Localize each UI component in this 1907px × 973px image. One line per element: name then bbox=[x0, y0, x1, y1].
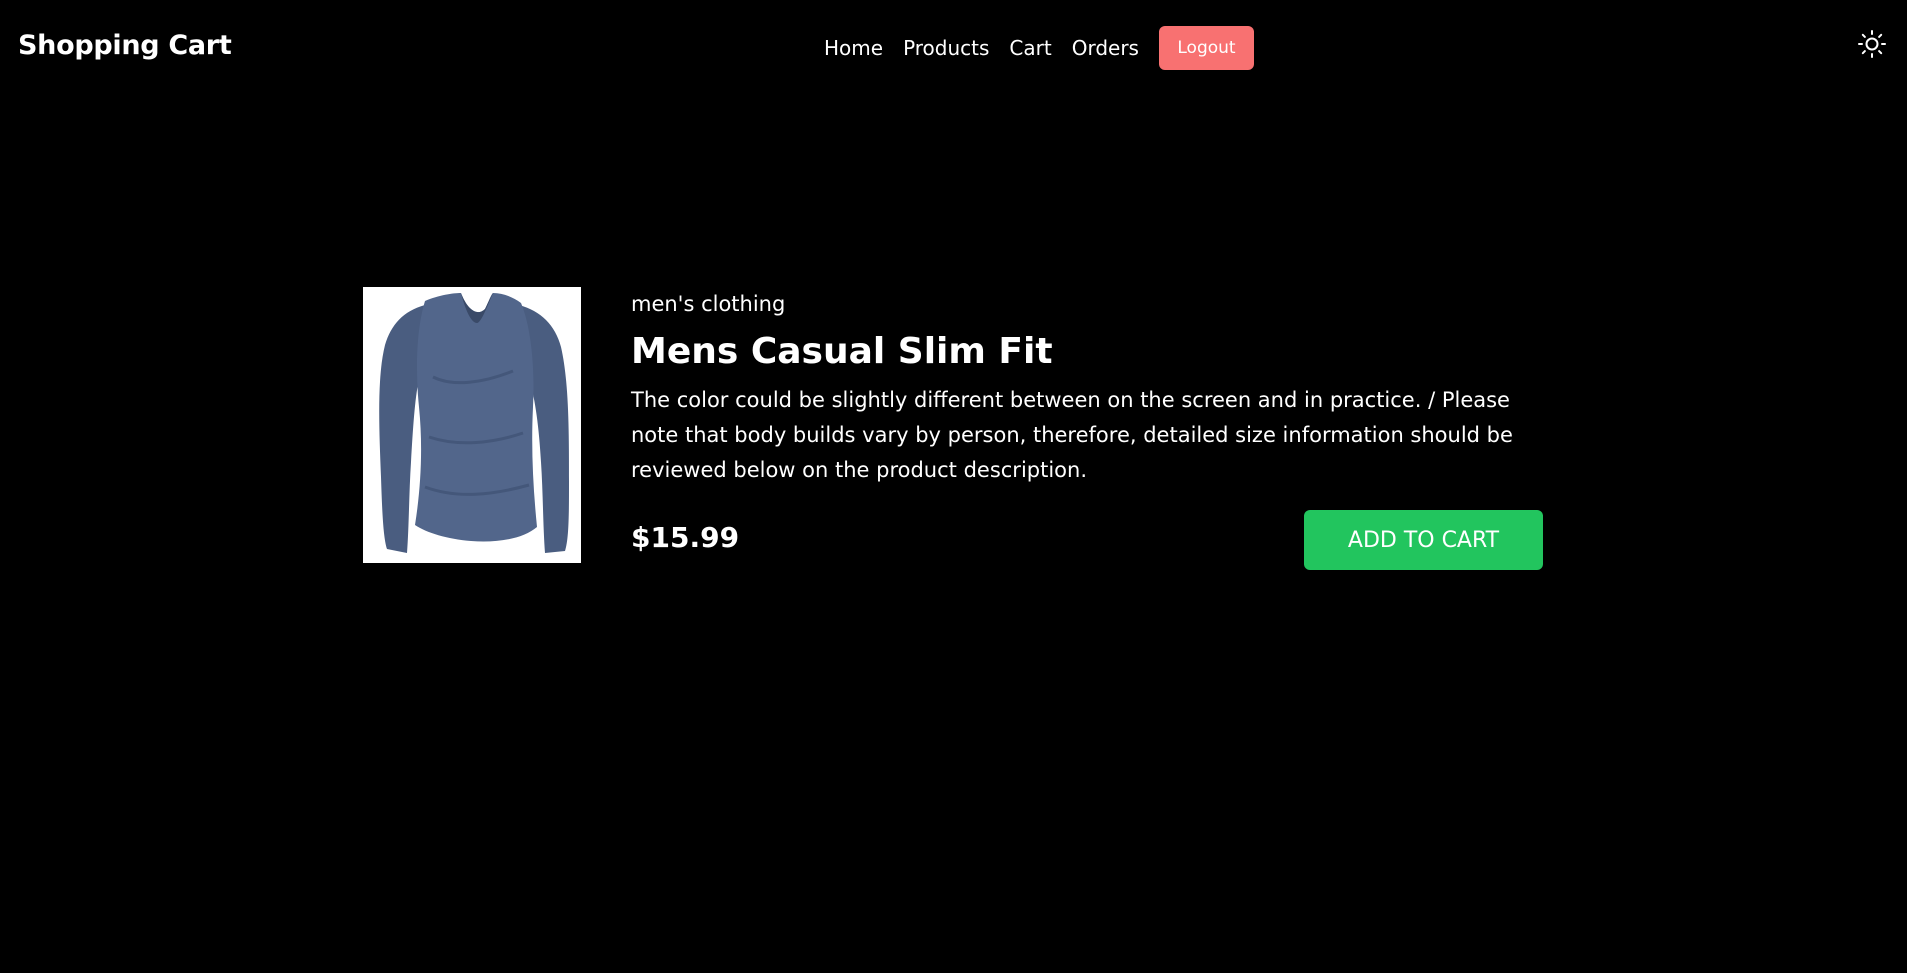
logout-button[interactable]: Logout bbox=[1158, 26, 1254, 70]
product-info: men's clothing Mens Casual Slim Fit The … bbox=[631, 287, 1543, 488]
nav-link-products[interactable]: Products bbox=[903, 36, 989, 60]
top-navbar: Shopping Cart Home Products Cart Orders … bbox=[0, 0, 1907, 100]
add-to-cart-button[interactable]: ADD TO CART bbox=[1304, 510, 1543, 570]
product-category: men's clothing bbox=[631, 292, 786, 316]
nav-link-home[interactable]: Home bbox=[824, 36, 883, 60]
product-title: Mens Casual Slim Fit bbox=[631, 331, 1053, 372]
product-price: $15.99 bbox=[631, 521, 740, 554]
product-description: The color could be slightly different be… bbox=[631, 388, 1513, 482]
main-nav: Home Products Cart Orders Logout bbox=[824, 26, 1254, 70]
nav-link-orders[interactable]: Orders bbox=[1072, 36, 1139, 60]
product-detail: men's clothing Mens Casual Slim Fit The … bbox=[363, 287, 1543, 570]
long-sleeve-shirt-image bbox=[363, 287, 581, 563]
sun-icon[interactable] bbox=[1857, 29, 1887, 59]
brand-title[interactable]: Shopping Cart bbox=[18, 30, 232, 61]
product-image bbox=[363, 287, 581, 563]
nav-link-cart[interactable]: Cart bbox=[1009, 36, 1051, 60]
